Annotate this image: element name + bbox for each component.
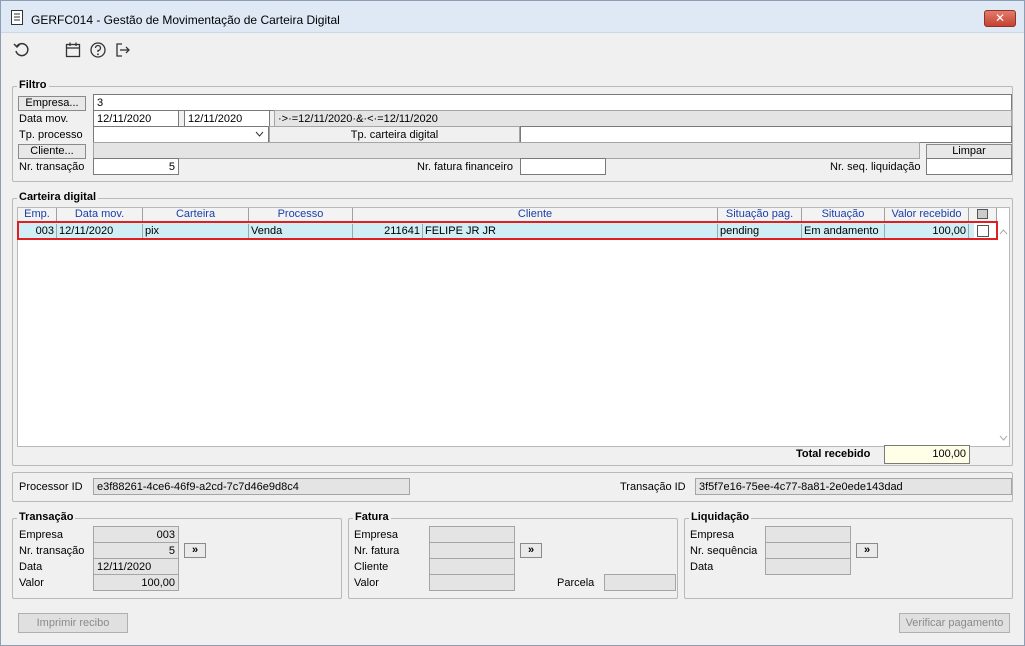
liquidacao-nr-label: Nr. sequência — [690, 545, 758, 557]
nr-fatura-input[interactable] — [520, 158, 606, 175]
col-header-situacao-pag[interactable]: Situação pag. — [718, 208, 802, 222]
main-window: GERFC014 - Gestão de Movimentação de Car… — [0, 0, 1025, 646]
limpar-button[interactable]: Limpar — [926, 144, 1012, 159]
liquidacao-nr-value — [765, 542, 851, 559]
col-header-valor[interactable]: Valor recebido — [885, 208, 969, 222]
cliente-button-label: Cliente... — [30, 145, 74, 157]
exit-icon[interactable] — [114, 41, 132, 59]
fatura-nr-label: Nr. fatura — [354, 545, 400, 557]
window-title: GERFC014 - Gestão de Movimentação de Car… — [31, 13, 340, 27]
total-recebido-label: Total recebido — [796, 448, 871, 460]
tp-carteira-label-box: Tp. carteira digital — [269, 126, 520, 143]
transacao-valor-label: Valor — [19, 577, 44, 589]
cliente-input — [93, 142, 920, 159]
fatura-nr-value — [429, 542, 515, 559]
fatura-empresa-label: Empresa — [354, 529, 399, 541]
help-icon[interactable] — [89, 41, 107, 59]
total-recebido-value: 100,00 — [884, 445, 970, 464]
transacao-id-value: 3f5f7e16-75ee-4c77-8a81-2e0ede143dad — [695, 478, 1012, 495]
col-header-data-mov[interactable]: Data mov. — [57, 208, 143, 222]
fatura-empresa-value — [429, 526, 515, 543]
fatura-cliente-value — [429, 558, 515, 575]
fatura-cliente-label: Cliente — [354, 561, 389, 573]
transacao-empresa-label: Empresa — [19, 529, 64, 541]
processor-id-value: e3f88261-4ce6-46f9-a2cd-7c7d46e9d8c4 — [93, 478, 410, 495]
carteira-grid: Emp. Data mov. Carteira Processo Cliente… — [17, 207, 1010, 447]
transacao-nr-value: 5 — [93, 542, 179, 559]
liquidacao-empresa-label: Empresa — [690, 529, 735, 541]
imprimir-recibo-button[interactable]: Imprimir recibo — [18, 613, 128, 633]
liquidacao-title: Liquidação — [689, 511, 752, 523]
limpar-button-label: Limpar — [952, 145, 986, 157]
nr-transacao-label: Nr. transação — [19, 161, 85, 173]
document-icon — [11, 10, 23, 25]
col-header-carteira[interactable]: Carteira — [143, 208, 249, 222]
verificar-pagamento-button[interactable]: Verificar pagamento — [899, 613, 1010, 633]
transacao-title: Transação — [17, 511, 76, 523]
nr-transacao-input[interactable]: 5 — [93, 158, 179, 175]
fatura-valor-label: Valor — [354, 577, 379, 589]
title-bar: GERFC014 - Gestão de Movimentação de Car… — [1, 1, 1024, 33]
nr-seq-input[interactable] — [926, 158, 1012, 175]
tp-carteira-input[interactable] — [520, 126, 1012, 143]
scroll-down-icon[interactable] — [999, 435, 1008, 442]
transacao-open-button[interactable]: » — [184, 543, 206, 558]
data-mov-expression: ·>·=12/11/2020·&·<·=12/11/2020 — [274, 110, 1012, 127]
transacao-nr-label: Nr. transação — [19, 545, 85, 557]
col-header-select[interactable] — [969, 208, 997, 222]
processor-id-label: Processor ID — [19, 481, 83, 493]
refresh-icon[interactable] — [13, 41, 31, 59]
fatura-parcela-value — [604, 574, 676, 591]
cliente-button[interactable]: Cliente... — [18, 144, 86, 159]
liquidacao-data-value — [765, 558, 851, 575]
liquidacao-data-label: Data — [690, 561, 714, 573]
chevron-down-icon — [255, 131, 264, 137]
transacao-data-value: 12/11/2020 — [93, 558, 179, 575]
data-mov-from-input[interactable]: 12/11/2020 — [93, 110, 179, 127]
data-mov-label: Data mov. — [19, 113, 69, 125]
fatura-valor-value — [429, 574, 515, 591]
data-mov-to-input[interactable]: 12/11/2020 — [184, 110, 270, 127]
calendar-icon[interactable] — [64, 41, 82, 59]
fatura-open-button[interactable]: » — [520, 543, 542, 558]
nr-fatura-label: Nr. fatura financeiro — [417, 161, 513, 173]
tp-processo-select[interactable] — [93, 126, 269, 143]
empresa-button-label: Empresa... — [25, 97, 79, 109]
liquidacao-open-button[interactable]: » — [856, 543, 878, 558]
col-header-cliente[interactable]: Cliente — [353, 208, 718, 222]
transacao-data-label: Data — [19, 561, 43, 573]
col-header-emp[interactable]: Emp. — [18, 208, 57, 222]
selected-row-highlight — [17, 221, 998, 240]
transacao-id-label: Transação ID — [620, 481, 686, 493]
nr-seq-label: Nr. seq. liquidação — [830, 161, 921, 173]
fatura-title: Fatura — [353, 511, 391, 523]
empresa-button[interactable]: Empresa... — [18, 96, 86, 111]
transacao-empresa-value: 003 — [93, 526, 179, 543]
tp-carteira-label: Tp. carteira digital — [350, 129, 439, 141]
carteira-title: Carteira digital — [17, 191, 99, 203]
scroll-up-icon[interactable] — [999, 228, 1008, 235]
col-header-processo[interactable]: Processo — [249, 208, 353, 222]
empresa-input[interactable]: 3 — [93, 94, 1012, 111]
transacao-valor-value: 100,00 — [93, 574, 179, 591]
close-button[interactable]: ✕ — [984, 10, 1016, 27]
fatura-parcela-label: Parcela — [557, 577, 595, 589]
tp-processo-label: Tp. processo — [19, 129, 83, 141]
liquidacao-empresa-value — [765, 526, 851, 543]
select-all-checkbox[interactable] — [977, 209, 988, 219]
col-header-situacao[interactable]: Situação — [802, 208, 885, 222]
filtro-title: Filtro — [17, 79, 49, 91]
